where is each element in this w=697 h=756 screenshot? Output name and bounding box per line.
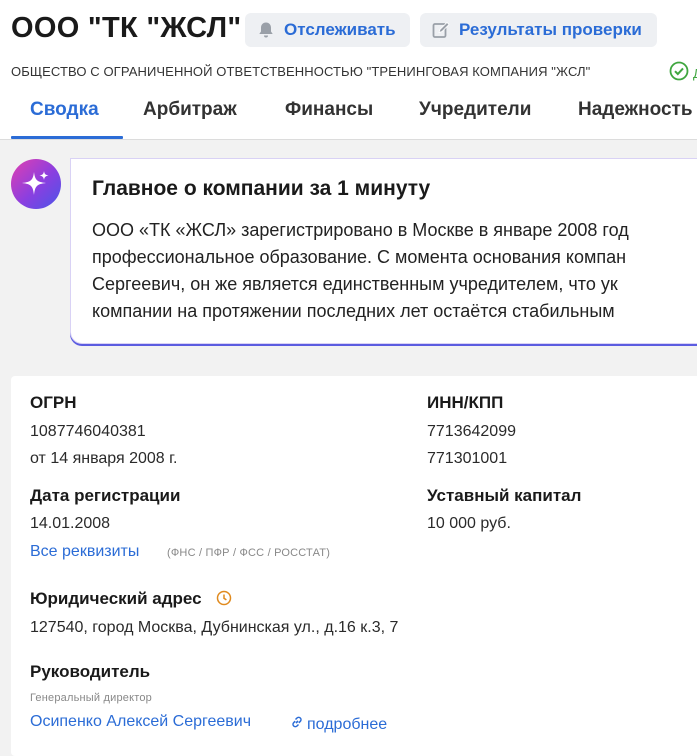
page-title: ООО "ТК "ЖСЛ" (11, 12, 242, 44)
status-text: Д (693, 66, 697, 81)
legal-address-value: 127540, город Москва, Дубнинская ул., д.… (30, 619, 399, 636)
check-results-button[interactable]: Результаты проверки (420, 13, 657, 47)
track-button-label: Отслеживать (284, 20, 396, 39)
company-header: ООО "ТК "ЖСЛ" Отслеживать Результаты про… (0, 0, 697, 140)
registration-date-value: 14.01.2008 (30, 515, 111, 532)
ai-summary-card: Главное о компании за 1 минуту ООО «ТК «… (70, 158, 697, 344)
tab-bar: Сводка Арбитраж Финансы Учредители Надеж… (0, 95, 697, 140)
requisites-sources: (ФНС / ПФР / ФСС / РОССТАТ) (167, 547, 331, 559)
tab-reliability[interactable]: Надежность (578, 99, 693, 121)
ai-summary-text: ООО «ТК «ЖСЛ» зарегистрировано в Москве … (92, 217, 629, 325)
capital-label: Уставный капитал (427, 486, 582, 505)
active-tab-indicator (11, 136, 123, 139)
legal-address-label: Юридический адрес (30, 589, 202, 608)
director-position: Генеральный директор (30, 692, 152, 704)
tab-summary[interactable]: Сводка (30, 99, 99, 121)
link-icon (290, 715, 304, 734)
edit-icon (431, 20, 451, 40)
inn-value: 7713642099 (427, 423, 516, 440)
sparkle-icon (11, 159, 61, 209)
check-results-button-label: Результаты проверки (459, 20, 642, 39)
bell-icon (256, 20, 276, 40)
inn-kpp-label: ИНН/КПП (427, 393, 504, 412)
registration-date-label: Дата регистрации (30, 486, 181, 505)
ai-summary-line: Сергеевич, он же является единственным у… (92, 274, 618, 294)
track-button[interactable]: Отслеживать (245, 13, 410, 47)
status-badge: Д (669, 61, 697, 86)
ai-summary-line: компании на протяжении последних лет ост… (92, 301, 615, 321)
tab-arbitration[interactable]: Арбитраж (143, 99, 237, 121)
ogrn-label: ОГРН (30, 393, 77, 412)
more-details-label: подробнее (307, 715, 388, 733)
ogrn-value: 1087746040381 (30, 423, 146, 440)
ogrn-date: от 14 января 2008 г. (30, 450, 178, 467)
tab-founders[interactable]: Учредители (419, 99, 531, 121)
tab-finances[interactable]: Финансы (285, 99, 373, 121)
clock-icon[interactable] (216, 590, 232, 611)
kpp-value: 771301001 (427, 450, 508, 467)
all-requisites-link[interactable]: Все реквизиты (30, 543, 139, 561)
director-name-link[interactable]: Осипенко Алексей Сергеевич (30, 713, 251, 731)
check-circle-icon (669, 61, 689, 86)
capital-value: 10 000 руб. (427, 515, 511, 532)
ai-summary-line: ООО «ТК «ЖСЛ» зарегистрировано в Москве … (92, 220, 629, 240)
director-label: Руководитель (30, 662, 151, 681)
company-full-name: ОБЩЕСТВО С ОГРАНИЧЕННОЙ ОТВЕТСТВЕННОСТЬЮ… (11, 64, 591, 79)
requisites-card: ОГРН 1087746040381 от 14 января 2008 г. … (11, 376, 697, 756)
ai-summary-line: профессиональное образование. С момента … (92, 247, 627, 267)
more-details-link[interactable]: подробнее (290, 715, 387, 734)
ai-summary-title: Главное о компании за 1 минуту (92, 177, 431, 200)
